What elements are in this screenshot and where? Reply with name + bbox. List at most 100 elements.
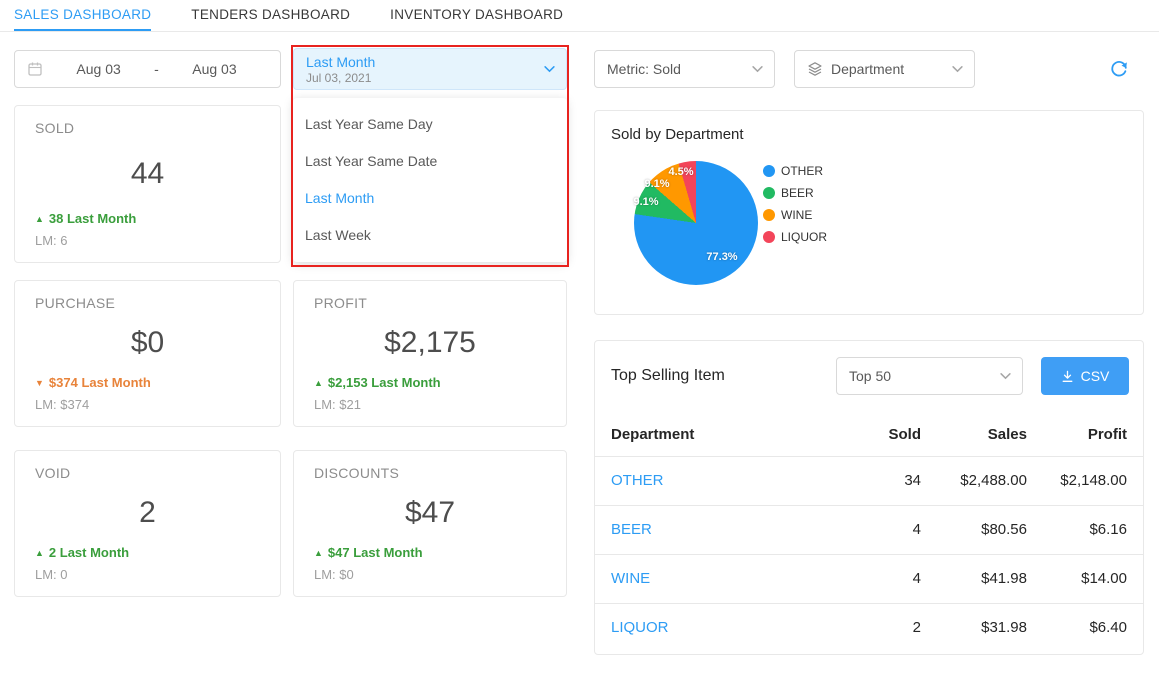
change-text: 2 Last Month bbox=[49, 545, 129, 560]
change-text: $2,153 Last Month bbox=[328, 375, 441, 390]
refresh-button[interactable] bbox=[1106, 56, 1132, 82]
pie-card-title: Sold by Department bbox=[611, 126, 744, 143]
change-arrow-icon: ▲ bbox=[35, 548, 44, 558]
metric-select-value: Metric: Sold bbox=[607, 61, 681, 77]
stat-label: PURCHASE bbox=[35, 295, 260, 311]
cell-sales: $31.98 bbox=[937, 603, 1043, 652]
legend-item-beer[interactable]: BEER bbox=[763, 182, 827, 204]
table-row: WINE 4 $41.98 $14.00 bbox=[595, 554, 1143, 603]
tab-inventory-dashboard[interactable]: INVENTORY DASHBOARD bbox=[390, 0, 563, 31]
chevron-down-icon bbox=[952, 66, 963, 73]
date-range-picker[interactable]: Aug 03 - Aug 03 bbox=[14, 50, 281, 88]
date-start[interactable]: Aug 03 bbox=[45, 61, 152, 77]
cell-sales: $41.98 bbox=[937, 554, 1043, 603]
top-selling-table: Department Sold Sales Profit OTHER 34 $2… bbox=[595, 414, 1143, 652]
compare-option[interactable]: Last Week bbox=[293, 217, 567, 254]
top-selling-card: Top Selling Item Top 50 CSV Department S… bbox=[594, 340, 1144, 655]
legend-label: OTHER bbox=[781, 164, 823, 178]
cell-sold: 34 bbox=[827, 456, 937, 505]
legend-label: LIQUOR bbox=[781, 230, 827, 244]
compare-period-select[interactable]: Last Month Jul 03, 2021 bbox=[293, 48, 567, 90]
table-row: BEER 4 $80.56 $6.16 bbox=[595, 505, 1143, 554]
cell-sold: 4 bbox=[827, 505, 937, 554]
limit-select[interactable]: Top 50 bbox=[836, 357, 1023, 395]
cell-sold: 4 bbox=[827, 554, 937, 603]
cell-department: BEER bbox=[595, 505, 827, 554]
stat-value: $47 bbox=[314, 481, 546, 545]
metric-select[interactable]: Metric: Sold bbox=[594, 50, 775, 88]
last-month-value: LM: 6 bbox=[35, 233, 260, 248]
tab-tenders-dashboard[interactable]: TENDERS DASHBOARD bbox=[191, 0, 350, 31]
purchase-card: PURCHASE $0 ▼ $374 Last Month LM: $374 bbox=[14, 280, 281, 427]
change-arrow-icon: ▲ bbox=[35, 214, 44, 224]
cell-department: WINE bbox=[595, 554, 827, 603]
col-header-profit: Profit bbox=[1043, 414, 1143, 456]
cell-profit: $2,148.00 bbox=[1043, 456, 1143, 505]
profit-card: PROFIT $2,175 ▲ $2,153 Last Month LM: $2… bbox=[293, 280, 567, 427]
stat-change: ▲ 38 Last Month bbox=[35, 211, 260, 226]
compare-period-menu: Last Year Same Day Last Year Same Date L… bbox=[293, 98, 567, 262]
col-header-sold: Sold bbox=[827, 414, 937, 456]
legend-label: WINE bbox=[781, 208, 812, 222]
stat-label: DISCOUNTS bbox=[314, 465, 546, 481]
pie-chart: 77.3% 9.1% 9.1% 4.5% bbox=[634, 161, 758, 285]
cell-sales: $2,488.00 bbox=[937, 456, 1043, 505]
change-text: $374 Last Month bbox=[49, 375, 151, 390]
cell-department: LIQUOR bbox=[595, 603, 827, 652]
chevron-down-icon bbox=[752, 66, 763, 73]
pie-slice-label: 9.1% bbox=[633, 196, 658, 208]
legend-dot bbox=[763, 231, 775, 243]
cell-department: OTHER bbox=[595, 456, 827, 505]
download-icon bbox=[1061, 370, 1074, 383]
legend-item-wine[interactable]: WINE bbox=[763, 204, 827, 226]
stat-change: ▼ $374 Last Month bbox=[35, 375, 260, 390]
cell-sold: 2 bbox=[827, 603, 937, 652]
change-arrow-icon: ▲ bbox=[314, 548, 323, 558]
dashboard-tabs: SALES DASHBOARD TENDERS DASHBOARD INVENT… bbox=[0, 0, 1159, 32]
legend-label: BEER bbox=[781, 186, 814, 200]
chevron-down-icon bbox=[544, 66, 555, 73]
department-link[interactable]: BEER bbox=[611, 521, 652, 538]
table-row: OTHER 34 $2,488.00 $2,148.00 bbox=[595, 456, 1143, 505]
pie-slice-label: 9.1% bbox=[644, 178, 669, 190]
department-link[interactable]: OTHER bbox=[611, 472, 664, 489]
department-link[interactable]: LIQUOR bbox=[611, 619, 669, 636]
group-select-value: Department bbox=[831, 61, 904, 77]
stat-value: 2 bbox=[35, 481, 260, 545]
legend-dot bbox=[763, 165, 775, 177]
change-arrow-icon: ▼ bbox=[35, 378, 44, 388]
top-selling-title: Top Selling Item bbox=[611, 367, 725, 385]
stat-value: $2,175 bbox=[314, 311, 546, 375]
discounts-card: DISCOUNTS $47 ▲ $47 Last Month LM: $0 bbox=[293, 450, 567, 597]
legend-dot bbox=[763, 187, 775, 199]
date-end[interactable]: Aug 03 bbox=[161, 61, 268, 77]
change-arrow-icon: ▲ bbox=[314, 378, 323, 388]
stat-change: ▲ $47 Last Month bbox=[314, 545, 546, 560]
pie-slice-label: 77.3% bbox=[706, 251, 737, 263]
csv-export-button[interactable]: CSV bbox=[1041, 357, 1129, 395]
pie-legend: OTHER BEER WINE LIQUOR bbox=[763, 160, 827, 248]
legend-item-liquor[interactable]: LIQUOR bbox=[763, 226, 827, 248]
stat-change: ▲ 2 Last Month bbox=[35, 545, 260, 560]
tab-sales-dashboard[interactable]: SALES DASHBOARD bbox=[14, 0, 151, 31]
legend-dot bbox=[763, 209, 775, 221]
pie-slice-label: 4.5% bbox=[668, 166, 693, 178]
compare-option[interactable]: Last Year Same Day bbox=[293, 106, 567, 143]
limit-select-value: Top 50 bbox=[849, 368, 891, 384]
table-row: LIQUOR 2 $31.98 $6.40 bbox=[595, 603, 1143, 652]
void-card: VOID 2 ▲ 2 Last Month LM: 0 bbox=[14, 450, 281, 597]
compare-option[interactable]: Last Month bbox=[293, 180, 567, 217]
col-header-department: Department bbox=[595, 414, 827, 456]
change-text: 38 Last Month bbox=[49, 211, 136, 226]
compare-option[interactable]: Last Year Same Date bbox=[293, 143, 567, 180]
department-link[interactable]: WINE bbox=[611, 570, 650, 587]
table-header-row: Department Sold Sales Profit bbox=[595, 414, 1143, 456]
cell-profit: $6.16 bbox=[1043, 505, 1143, 554]
last-month-value: LM: $21 bbox=[314, 397, 546, 412]
stat-value: $0 bbox=[35, 311, 260, 375]
group-by-select[interactable]: Department bbox=[794, 50, 975, 88]
change-text: $47 Last Month bbox=[328, 545, 423, 560]
compare-period-value: Last Month bbox=[306, 53, 536, 71]
compare-period-subtitle: Jul 03, 2021 bbox=[306, 71, 536, 86]
legend-item-other[interactable]: OTHER bbox=[763, 160, 827, 182]
